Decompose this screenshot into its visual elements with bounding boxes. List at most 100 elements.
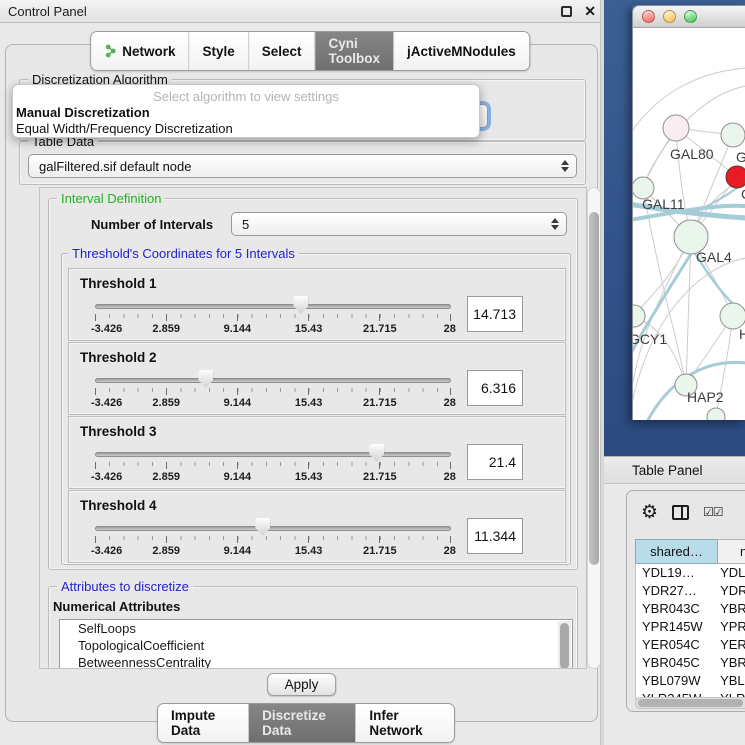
tick-label: 2.859 xyxy=(152,471,180,483)
bottom-tabstrip: Impute Data Discretize Data Infer Networ… xyxy=(157,703,455,743)
cell[interactable]: YER0 xyxy=(717,636,745,654)
list-item[interactable]: TopologicalCoefficient xyxy=(60,637,572,654)
threshold-1-value-field[interactable] xyxy=(467,296,523,332)
close-traffic-light-icon[interactable] xyxy=(642,10,655,23)
settings-scroll-area: Interval Definition Number of Intervals … xyxy=(39,187,587,669)
tab-infer-network[interactable]: Infer Network xyxy=(355,704,454,742)
tick-label: 21.715 xyxy=(363,397,397,409)
table-scrollbar-thumb[interactable] xyxy=(638,699,743,707)
cell[interactable]: YBR045C xyxy=(636,654,717,672)
cell[interactable]: YBR043C xyxy=(636,600,717,618)
threshold-3-slider[interactable]: -3.426 2.859 9.144 15.43 21.715 28 xyxy=(95,444,451,488)
cell[interactable]: YBR0 xyxy=(717,654,745,672)
tab-discretize-data[interactable]: Discretize Data xyxy=(248,704,355,742)
tab-cyni-toolbox[interactable]: Cyni Toolbox xyxy=(315,32,393,70)
table-data-combo[interactable]: galFiltered.sif default node xyxy=(28,154,577,178)
tab-label: Impute Data xyxy=(171,708,235,738)
tick-label: -3.426 xyxy=(91,323,122,335)
cell[interactable]: YDL19… xyxy=(636,564,717,582)
slider-major-ticks xyxy=(95,314,451,321)
combo-stepper-icon xyxy=(561,160,569,172)
network-canvas[interactable]: GAL80 GA C GAL11 GAL4 GCY1 H HAP2 xyxy=(632,28,745,420)
table-data-value: galFiltered.sif default node xyxy=(39,159,191,174)
table-row[interactable]: YPR145WYPR1 xyxy=(636,618,745,636)
tick-label: 15.43 xyxy=(295,545,323,557)
tab-impute-data[interactable]: Impute Data xyxy=(158,704,248,742)
cell[interactable]: YDR27… xyxy=(636,582,717,600)
threshold-label: Threshold 1 xyxy=(80,276,157,291)
panel-scrollbar-thumb[interactable] xyxy=(589,212,599,565)
node-label-gcy1: GCY1 xyxy=(633,331,667,347)
algorithm-option-equal-width[interactable]: Equal Width/Frequency Discretization xyxy=(16,121,233,136)
group-title: Interval Definition xyxy=(57,191,165,206)
node-red xyxy=(726,166,745,188)
table-row[interactable]: YER054CYER0 xyxy=(636,636,745,654)
cell[interactable]: YPR1 xyxy=(717,618,745,636)
number-of-intervals-label: Number of Intervals xyxy=(91,217,213,232)
minimize-traffic-light-icon[interactable] xyxy=(663,10,676,23)
combo-stepper-icon xyxy=(551,218,559,230)
network-window-titlebar[interactable] xyxy=(632,5,745,28)
cell[interactable]: YDR2 xyxy=(717,582,745,600)
column-header-shared[interactable]: shared… xyxy=(635,539,718,564)
threshold-3-panel: Threshold 3 -3.426 2.859 9.144 xyxy=(68,416,566,489)
cell[interactable]: YDL1 xyxy=(717,564,745,582)
table-row[interactable]: YBR045CYBR0 xyxy=(636,654,745,672)
tick-label: 9.144 xyxy=(224,545,252,557)
cell[interactable]: YPR145W xyxy=(636,618,717,636)
list-item[interactable]: SelfLoops xyxy=(60,620,572,637)
node-top-right xyxy=(721,123,745,147)
tick-label: 2.859 xyxy=(152,397,180,409)
list-scrollbar[interactable] xyxy=(558,621,571,669)
column-visibility-icon[interactable]: ☑☑ xyxy=(703,505,723,519)
group-title: Threshold's Coordinates for 5 Intervals xyxy=(68,246,299,261)
table-horizontal-scrollbar[interactable] xyxy=(635,697,745,709)
table-row[interactable]: YBL079WYBL0 xyxy=(636,672,745,690)
network-graph: GAL80 GA C GAL11 GAL4 GCY1 H HAP2 xyxy=(633,28,745,420)
gear-icon[interactable]: ⚙ xyxy=(641,503,658,522)
close-icon[interactable]: ✕ xyxy=(584,4,596,18)
cell[interactable]: YER054C xyxy=(636,636,717,654)
tab-style[interactable]: Style xyxy=(188,32,247,70)
cell[interactable]: YBL0 xyxy=(717,672,745,690)
threshold-2-slider[interactable]: -3.426 2.859 9.144 15.43 21.715 28 xyxy=(95,370,451,414)
slider-handle[interactable] xyxy=(369,444,384,462)
slider-handle[interactable] xyxy=(255,518,270,536)
float-window-icon[interactable] xyxy=(561,6,572,17)
threshold-4-slider[interactable]: -3.426 2.859 9.144 15.43 21.715 28 xyxy=(95,518,451,562)
zoom-traffic-light-icon[interactable] xyxy=(684,10,697,23)
threshold-2-value-field[interactable] xyxy=(467,370,523,406)
slider-handle[interactable] xyxy=(293,296,308,314)
list-scrollbar-thumb[interactable] xyxy=(560,623,569,669)
threshold-3-value-field[interactable] xyxy=(467,444,523,480)
tick-label: 28 xyxy=(444,323,456,335)
column-header-name[interactable]: na xyxy=(718,539,745,564)
node-label-hap2: HAP2 xyxy=(687,389,724,405)
thresholds-group: Threshold's Coordinates for 5 Intervals … xyxy=(61,253,571,565)
list-item[interactable]: BetweennessCentrality xyxy=(60,654,572,669)
slider-handle[interactable] xyxy=(198,370,213,388)
table-panel-titlebar: Table Panel xyxy=(604,456,745,484)
table-panel-container: ⚙ ☑☑ shared… na YDL19…YDL1 YDR27…YDR2 YB… xyxy=(626,490,745,712)
network-view-window[interactable]: GAL80 GA C GAL11 GAL4 GCY1 H HAP2 xyxy=(632,5,745,420)
table-row[interactable]: YDL19…YDL1 xyxy=(636,564,745,582)
cell[interactable]: YBR0 xyxy=(717,600,745,618)
cell[interactable]: YBL079W xyxy=(636,672,717,690)
table-row[interactable]: YBR043CYBR0 xyxy=(636,600,745,618)
number-of-intervals-combo[interactable]: 5 xyxy=(231,212,567,236)
interval-definition-group: Interval Definition Number of Intervals … xyxy=(48,198,578,570)
attributes-group: Attributes to discretize Numerical Attri… xyxy=(48,586,578,669)
algorithm-option-manual[interactable]: Manual Discretization xyxy=(16,105,150,120)
panel-scrollbar[interactable] xyxy=(587,187,601,669)
tick-label: 9.144 xyxy=(224,471,252,483)
tab-jactivemnodules[interactable]: jActiveMNodules xyxy=(393,32,529,70)
table-row[interactable]: YDR27…YDR2 xyxy=(636,582,745,600)
numerical-attributes-list[interactable]: SelfLoops TopologicalCoefficient Between… xyxy=(59,619,573,669)
split-view-icon[interactable] xyxy=(672,505,689,520)
tab-network[interactable]: Network xyxy=(91,32,188,70)
threshold-1-slider[interactable]: -3.426 2.859 9.144 15.43 21.715 28 xyxy=(95,296,451,340)
tab-select[interactable]: Select xyxy=(248,32,315,70)
threshold-2-panel: Threshold 2 -3.426 2.859 9.144 xyxy=(68,342,566,415)
threshold-4-value-field[interactable] xyxy=(467,518,523,554)
apply-button[interactable]: Apply xyxy=(267,673,337,696)
